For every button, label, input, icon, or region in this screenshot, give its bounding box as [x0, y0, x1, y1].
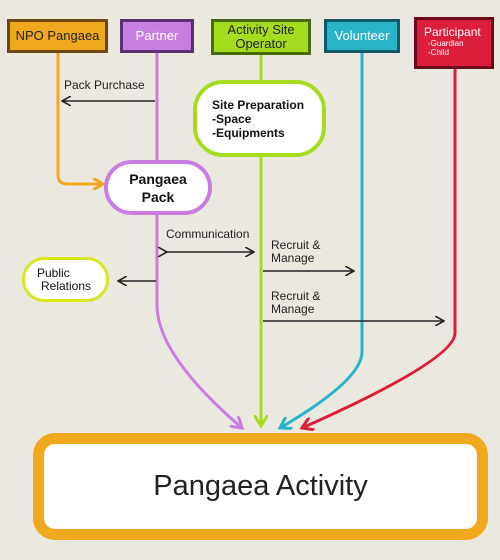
pangaea-pack-line2: Pack [141, 188, 175, 205]
npo-pangaea-label: NPO Pangaea [15, 28, 100, 43]
site-preparation-equipments: -Equipments [212, 125, 285, 140]
public-relations-line1: Public [37, 265, 70, 280]
partner-label: Partner [135, 28, 179, 43]
operator-label-line1: Activity Site [227, 22, 295, 37]
pack-purchase-label: Pack Purchase [64, 78, 145, 92]
pangaea-pack-bubble: Pangaea Pack [104, 160, 212, 215]
npo-pangaea-box: NPO Pangaea [7, 19, 108, 53]
npo-to-pack-line [56, 52, 103, 184]
operator-box: Activity Site Operator [211, 19, 311, 55]
participant-label: Participant [424, 25, 481, 39]
site-preparation-space: -Space [212, 111, 252, 126]
recruit-volunteer-label: Recruit & Manage [271, 239, 320, 265]
participant-sub-child: -Child [428, 48, 449, 57]
pangaea-activity-title: Pangaea Activity [153, 470, 368, 502]
operator-label-line2: Operator [235, 36, 287, 51]
participant-sub-guardian: -Guardian [428, 39, 464, 48]
recruit-participant-line2: Manage [271, 302, 315, 316]
site-preparation-bubble: Site Preparation -Space -Equipments [193, 80, 326, 157]
site-preparation-title: Site Preparation [212, 97, 305, 112]
recruit-participant-label: Recruit & Manage [271, 290, 320, 316]
participant-box: Participant -Guardian -Child [414, 17, 494, 69]
partner-box: Partner [120, 19, 194, 53]
pangaea-pack-line1: Pangaea [129, 170, 187, 187]
public-relations-line2: Relations [41, 278, 92, 293]
recruit-volunteer-line2: Manage [271, 251, 315, 265]
pangaea-activity-box: Pangaea Activity [33, 433, 488, 540]
pack-to-activity-line [155, 212, 242, 428]
volunteer-label: Volunteer [334, 28, 390, 43]
communication-label: Communication [166, 227, 250, 241]
volunteer-box: Volunteer [324, 19, 400, 53]
public-relations-bubble: Public Relations [22, 257, 109, 302]
